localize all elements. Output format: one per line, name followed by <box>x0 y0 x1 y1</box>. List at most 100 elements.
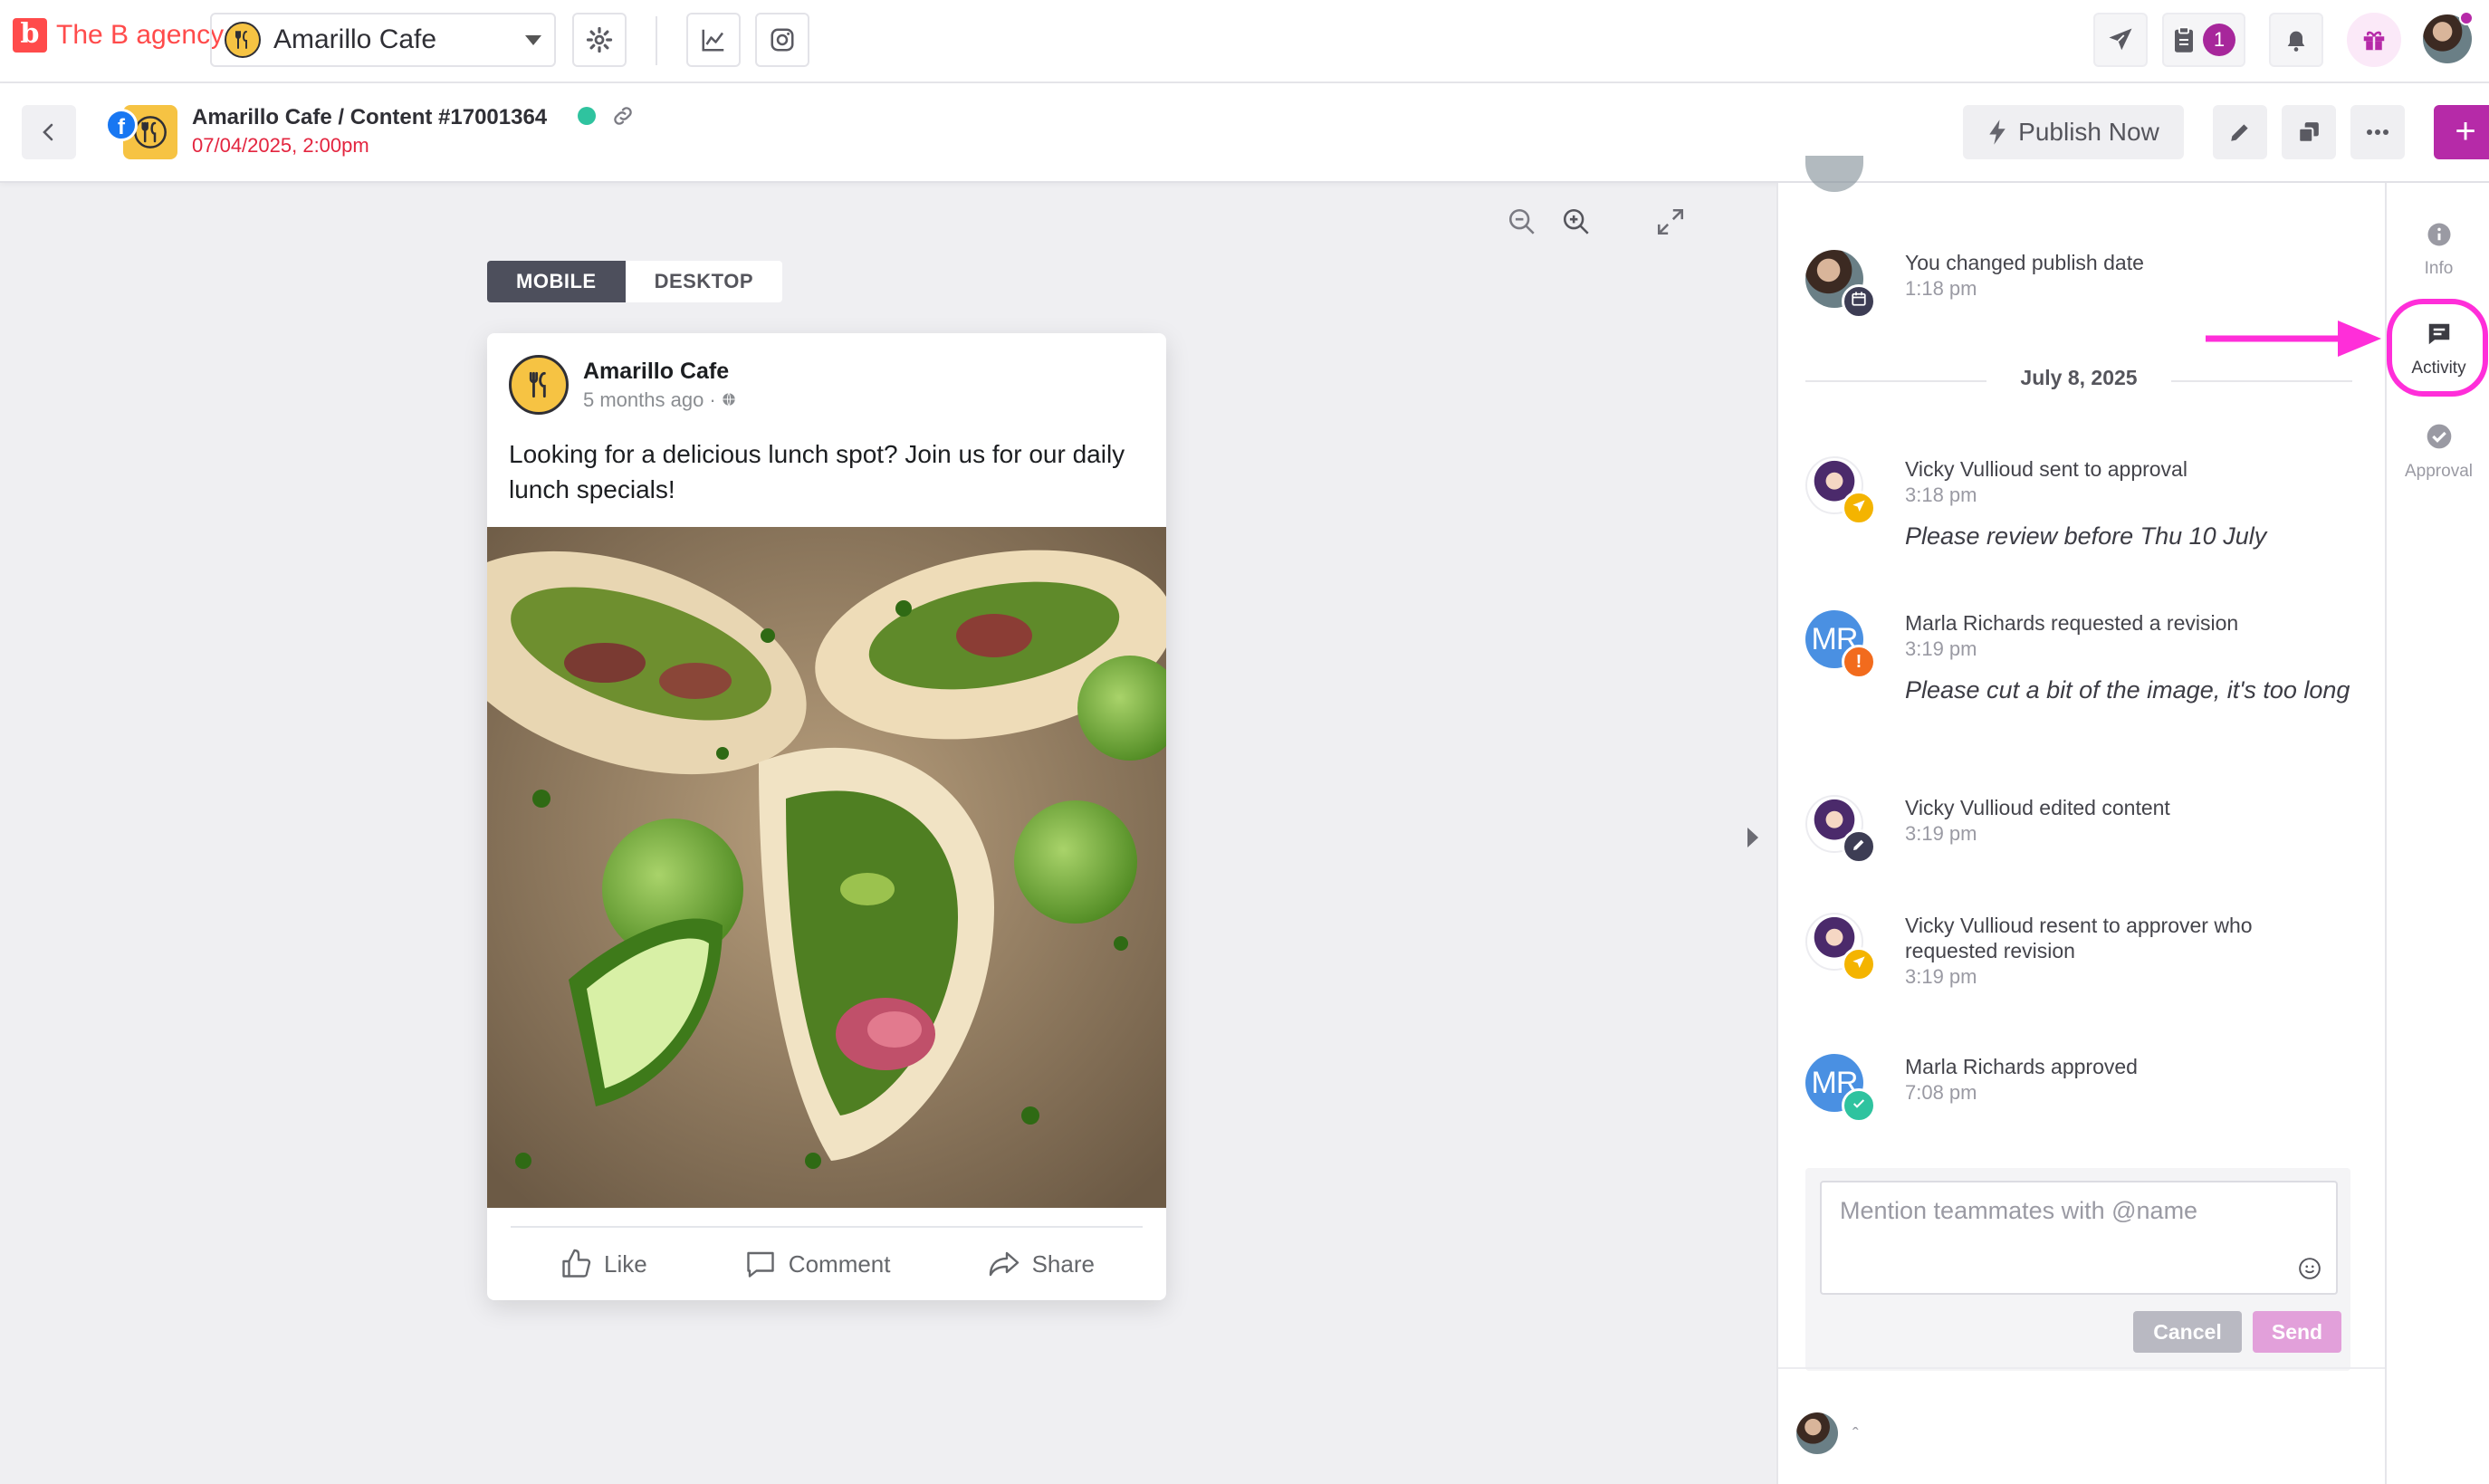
brand[interactable]: b The B agency <box>13 18 224 53</box>
publish-now-button[interactable]: Publish Now <box>1963 105 2184 159</box>
gift-button[interactable] <box>2347 13 2401 67</box>
page-avatar <box>509 355 569 415</box>
share-button[interactable]: Share <box>987 1248 1095 1280</box>
page-name: Amarillo Cafe <box>583 358 730 384</box>
settings-button[interactable] <box>572 13 627 67</box>
thumbs-up-icon <box>562 1249 591 1278</box>
comment-composer: Mention teammates with @name Cancel Send <box>1805 1168 2350 1371</box>
activity-title: Vicky Vullioud sent to approval <box>1905 457 2187 481</box>
tab-desktop[interactable]: DESKTOP <box>625 261 783 302</box>
chevron-up-icon[interactable]: ˆ <box>1852 1425 1859 1446</box>
comment-input[interactable]: Mention teammates with @name <box>1820 1181 2338 1295</box>
account-logo-icon <box>225 22 261 58</box>
zoom-out-icon[interactable] <box>1507 206 1537 237</box>
account-selector[interactable]: Amarillo Cafe <box>210 13 556 67</box>
like-label: Like <box>604 1249 647 1278</box>
activity-time: 3:18 pm <box>1905 483 1977 506</box>
comment-icon <box>747 1251 774 1278</box>
paper-plane-icon <box>2109 28 2132 51</box>
instagram-icon <box>771 28 794 52</box>
activity-panel: You changed publish date 1:18 pm July 8,… <box>1776 156 2385 1484</box>
clipboard-icon <box>2175 26 2193 53</box>
tab-mobile[interactable]: MOBILE <box>487 261 626 302</box>
chevron-left-icon <box>43 123 53 141</box>
send-button[interactable]: Send <box>2253 1311 2341 1353</box>
chevron-down-icon <box>525 34 541 45</box>
avatar-status-dot <box>2459 11 2474 25</box>
account-name: Amarillo Cafe <box>273 24 437 54</box>
cancel-button[interactable]: Cancel <box>2133 1311 2242 1353</box>
collapse-panel-button[interactable] <box>1747 828 1758 847</box>
analytics-button[interactable] <box>686 13 741 67</box>
activity-time: 3:19 pm <box>1905 822 1977 845</box>
activity-time: 3:19 pm <box>1905 965 1977 988</box>
send-button[interactable] <box>2093 13 2148 67</box>
post-title: Amarillo Cafe / Content #17001364 <box>192 105 548 129</box>
globe-icon <box>723 392 735 406</box>
instagram-button[interactable] <box>755 13 809 67</box>
activity-title: Marla Richards requested a revision <box>1905 611 2239 635</box>
bell-icon <box>2287 31 2305 52</box>
post-header: Amarillo Cafe 5 months ago · <box>509 355 736 415</box>
more-button[interactable] <box>2350 105 2405 159</box>
tasks-button[interactable]: 1 <box>2162 13 2245 67</box>
tab-approval[interactable]: Approval <box>2387 422 2489 482</box>
b-logo-icon: b <box>13 18 47 53</box>
time-ago: 5 months ago · <box>583 388 722 411</box>
copy-icon <box>2298 122 2319 143</box>
divider <box>656 16 657 65</box>
link-button[interactable] <box>608 103 637 133</box>
status-dot <box>578 107 596 125</box>
check-icon <box>1842 1088 1876 1123</box>
share-label: Share <box>1031 1249 1095 1278</box>
like-button[interactable]: Like <box>559 1248 647 1280</box>
tab-info[interactable]: Info <box>2387 221 2489 279</box>
add-button[interactable]: + <box>2434 105 2489 159</box>
preview-mode-toggle: MOBILE DESKTOP <box>487 261 783 302</box>
top-bar: b The B agency Amarillo Cafe 1 <box>0 0 2489 83</box>
comment-button[interactable]: Comment <box>743 1248 891 1280</box>
post-image <box>487 527 1166 1208</box>
date-separator-label: July 8, 2025 <box>2020 366 2138 389</box>
link-icon <box>614 107 632 125</box>
post-time: 5 months ago · <box>583 388 736 412</box>
back-button[interactable] <box>22 105 76 159</box>
calendar-icon <box>1842 284 1876 319</box>
expand-icon[interactable] <box>1655 206 1686 237</box>
gear-icon <box>586 26 613 53</box>
edit-button[interactable] <box>2213 105 2267 159</box>
smiley-icon[interactable] <box>2298 1257 2321 1280</box>
more-icon <box>2367 129 2388 135</box>
activity-title: You changed publish date <box>1905 251 2144 274</box>
activity-title: Marla Richards approved <box>1905 1055 2138 1078</box>
avatar <box>1805 156 1863 192</box>
share-icon <box>989 1251 1019 1277</box>
highlight-ring <box>2387 299 2488 397</box>
facebook-post-preview: Amarillo Cafe 5 months ago · Looking for… <box>487 333 1166 1300</box>
content-header: Amarillo Cafe / Content #17001364 07/04/… <box>0 83 2489 183</box>
user-avatar[interactable] <box>1796 1412 1838 1454</box>
publish-now-label: Publish Now <box>2018 118 2159 146</box>
send-approval-icon <box>1842 491 1876 525</box>
activity-note: Please cut a bit of the image, it's too … <box>1905 676 2350 704</box>
pencil-icon <box>1842 829 1876 864</box>
comment-label: Comment <box>788 1249 891 1278</box>
activity-title: Vicky Vullioud resent to approver who re… <box>1905 914 2253 962</box>
send-approval-icon <box>1842 947 1876 981</box>
divider <box>1778 1367 2385 1369</box>
brand-name: The B agency <box>56 20 225 50</box>
chart-icon <box>702 29 724 52</box>
zoom-tools <box>1507 206 1686 237</box>
gift-icon <box>2363 31 2385 51</box>
post-date: 07/04/2025, 2:00pm <box>192 134 369 157</box>
tab-info-label: Info <box>2424 259 2454 278</box>
post-actions: Like Comment Share <box>511 1226 1143 1300</box>
notification-count-badge: 1 <box>2203 24 2235 56</box>
duplicate-button[interactable] <box>2282 105 2336 159</box>
facebook-icon: f <box>105 109 138 141</box>
zoom-in-icon[interactable] <box>1561 206 1592 237</box>
post-text: Looking for a delicious lunch spot? Join… <box>509 440 1125 503</box>
notifications-button[interactable] <box>2269 13 2323 67</box>
check-circle-icon <box>2427 424 2451 449</box>
comment-placeholder: Mention teammates with @name <box>1840 1197 2198 1224</box>
